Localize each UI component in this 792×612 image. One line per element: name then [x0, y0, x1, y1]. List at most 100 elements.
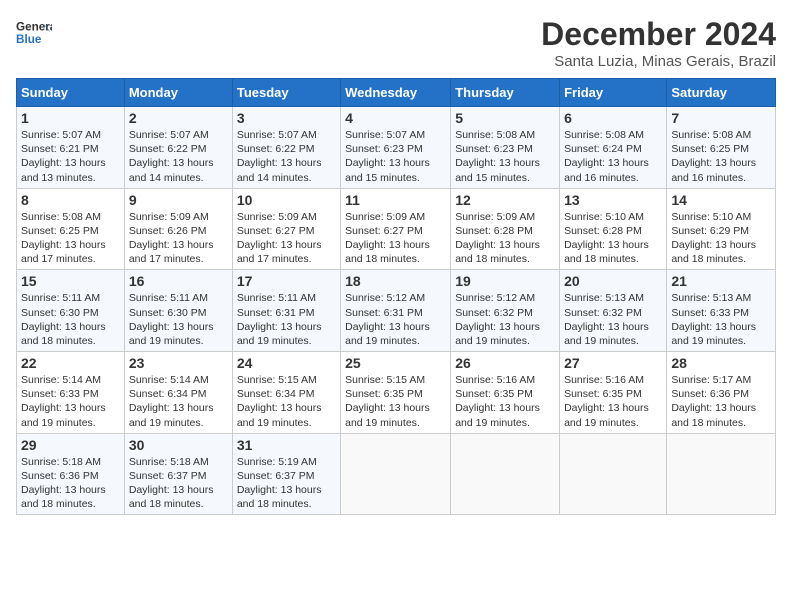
day-number: 8 — [21, 192, 120, 208]
calendar-cell: 17Sunrise: 5:11 AMSunset: 6:31 PMDayligh… — [232, 270, 340, 352]
calendar-cell: 30 Sunrise: 5:18 AMSunset: 6:37 PMDayligh… — [124, 433, 232, 515]
calendar-cell: 10 Sunrise: 5:09 AMSunset: 6:27 PMDayligh… — [232, 188, 340, 270]
calendar-day-header: Sunday — [17, 79, 125, 107]
calendar-cell: 28Sunrise: 5:17 AMSunset: 6:36 PMDayligh… — [667, 352, 776, 434]
calendar-day-header: Monday — [124, 79, 232, 107]
day-number: 23 — [129, 355, 228, 371]
calendar-cell: 19 Sunrise: 5:12 AMSunset: 6:32 PMDayligh… — [451, 270, 560, 352]
location: Santa Luzia, Minas Gerais, Brazil — [541, 53, 776, 70]
day-info: Sunrise: 5:08 AMSunset: 6:25 PMDaylight:… — [671, 128, 771, 185]
day-number: 19 — [455, 273, 555, 289]
calendar-cell: 22 Sunrise: 5:14 AMSunset: 6:33 PMDayligh… — [17, 352, 125, 434]
calendar-table: SundayMondayTuesdayWednesdayThursdayFrid… — [16, 78, 776, 515]
logo: General Blue — [16, 16, 52, 52]
calendar-header-row: SundayMondayTuesdayWednesdayThursdayFrid… — [17, 79, 776, 107]
calendar-cell: 21Sunrise: 5:13 AMSunset: 6:33 PMDayligh… — [667, 270, 776, 352]
calendar-cell: 9 Sunrise: 5:09 AMSunset: 6:26 PMDaylight… — [124, 188, 232, 270]
day-number: 2 — [129, 110, 228, 126]
calendar-cell: 6 Sunrise: 5:08 AMSunset: 6:24 PMDaylight… — [560, 107, 667, 189]
day-info: Sunrise: 5:18 AMSunset: 6:37 PMDaylight:… — [129, 455, 228, 512]
day-number: 31 — [237, 437, 336, 453]
day-info: Sunrise: 5:09 AMSunset: 6:27 PMDaylight:… — [345, 210, 446, 267]
calendar-day-header: Thursday — [451, 79, 560, 107]
calendar-cell: 2 Sunrise: 5:07 AMSunset: 6:22 PMDaylight… — [124, 107, 232, 189]
day-info: Sunrise: 5:11 AMSunset: 6:30 PMDaylight:… — [21, 291, 120, 348]
day-number: 20 — [564, 273, 662, 289]
day-info: Sunrise: 5:07 AMSunset: 6:22 PMDaylight:… — [237, 128, 336, 185]
day-info: Sunrise: 5:19 AMSunset: 6:37 PMDaylight:… — [237, 455, 336, 512]
calendar-week-row: 8Sunrise: 5:08 AMSunset: 6:25 PMDaylight… — [17, 188, 776, 270]
day-number: 1 — [21, 110, 120, 126]
day-number: 26 — [455, 355, 555, 371]
calendar-cell: 26Sunrise: 5:16 AMSunset: 6:35 PMDayligh… — [451, 352, 560, 434]
day-number: 7 — [671, 110, 771, 126]
day-number: 18 — [345, 273, 446, 289]
calendar-cell: 1 Sunrise: 5:07 AMSunset: 6:21 PMDaylight… — [17, 107, 125, 189]
calendar-cell: 5Sunrise: 5:08 AMSunset: 6:23 PMDaylight… — [451, 107, 560, 189]
logo-icon: General Blue — [16, 16, 52, 52]
day-info: Sunrise: 5:08 AMSunset: 6:23 PMDaylight:… — [455, 128, 555, 185]
day-number: 30 — [129, 437, 228, 453]
day-number: 9 — [129, 192, 228, 208]
calendar-cell: 24Sunrise: 5:15 AMSunset: 6:34 PMDayligh… — [232, 352, 340, 434]
day-number: 22 — [21, 355, 120, 371]
calendar-cell: 3 Sunrise: 5:07 AMSunset: 6:22 PMDaylight… — [232, 107, 340, 189]
calendar-cell: 4 Sunrise: 5:07 AMSunset: 6:23 PMDaylight… — [341, 107, 451, 189]
day-info: Sunrise: 5:15 AMSunset: 6:35 PMDaylight:… — [345, 373, 446, 430]
day-number: 27 — [564, 355, 662, 371]
svg-text:Blue: Blue — [16, 33, 42, 46]
calendar-cell: 11 Sunrise: 5:09 AMSunset: 6:27 PMDayligh… — [341, 188, 451, 270]
calendar-cell: 13 Sunrise: 5:10 AMSunset: 6:28 PMDayligh… — [560, 188, 667, 270]
day-info: Sunrise: 5:08 AMSunset: 6:24 PMDaylight:… — [564, 128, 662, 185]
day-info: Sunrise: 5:13 AMSunset: 6:33 PMDaylight:… — [671, 291, 771, 348]
day-number: 24 — [237, 355, 336, 371]
day-number: 4 — [345, 110, 446, 126]
day-info: Sunrise: 5:09 AMSunset: 6:28 PMDaylight:… — [455, 210, 555, 267]
day-number: 29 — [21, 437, 120, 453]
title-block: December 2024 Santa Luzia, Minas Gerais,… — [541, 16, 776, 70]
calendar-day-header: Saturday — [667, 79, 776, 107]
day-info: Sunrise: 5:11 AMSunset: 6:30 PMDaylight:… — [129, 291, 228, 348]
calendar-cell: 31 Sunrise: 5:19 AMSunset: 6:37 PMDayligh… — [232, 433, 340, 515]
day-info: Sunrise: 5:10 AMSunset: 6:28 PMDaylight:… — [564, 210, 662, 267]
day-info: Sunrise: 5:09 AMSunset: 6:27 PMDaylight:… — [237, 210, 336, 267]
day-info: Sunrise: 5:12 AMSunset: 6:31 PMDaylight:… — [345, 291, 446, 348]
calendar-week-row: 15 Sunrise: 5:11 AMSunset: 6:30 PMDayligh… — [17, 270, 776, 352]
day-number: 11 — [345, 192, 446, 208]
calendar-cell — [451, 433, 560, 515]
calendar-cell: 27 Sunrise: 5:16 AMSunset: 6:35 PMDayligh… — [560, 352, 667, 434]
calendar-week-row: 1 Sunrise: 5:07 AMSunset: 6:21 PMDaylight… — [17, 107, 776, 189]
day-info: Sunrise: 5:07 AMSunset: 6:23 PMDaylight:… — [345, 128, 446, 185]
day-info: Sunrise: 5:07 AMSunset: 6:21 PMDaylight:… — [21, 128, 120, 185]
day-number: 10 — [237, 192, 336, 208]
calendar-cell: 7 Sunrise: 5:08 AMSunset: 6:25 PMDaylight… — [667, 107, 776, 189]
day-number: 17 — [237, 273, 336, 289]
calendar-week-row: 22 Sunrise: 5:14 AMSunset: 6:33 PMDayligh… — [17, 352, 776, 434]
calendar-cell: 23Sunrise: 5:14 AMSunset: 6:34 PMDayligh… — [124, 352, 232, 434]
day-number: 3 — [237, 110, 336, 126]
page-header: General Blue December 2024 Santa Luzia, … — [16, 16, 776, 70]
day-info: Sunrise: 5:16 AMSunset: 6:35 PMDaylight:… — [564, 373, 662, 430]
calendar-cell — [667, 433, 776, 515]
calendar-cell: 20 Sunrise: 5:13 AMSunset: 6:32 PMDayligh… — [560, 270, 667, 352]
day-number: 6 — [564, 110, 662, 126]
calendar-week-row: 29 Sunrise: 5:18 AMSunset: 6:36 PMDayligh… — [17, 433, 776, 515]
day-info: Sunrise: 5:18 AMSunset: 6:36 PMDaylight:… — [21, 455, 120, 512]
day-info: Sunrise: 5:14 AMSunset: 6:33 PMDaylight:… — [21, 373, 120, 430]
calendar-day-header: Tuesday — [232, 79, 340, 107]
day-info: Sunrise: 5:07 AMSunset: 6:22 PMDaylight:… — [129, 128, 228, 185]
calendar-day-header: Wednesday — [341, 79, 451, 107]
calendar-cell: 29 Sunrise: 5:18 AMSunset: 6:36 PMDayligh… — [17, 433, 125, 515]
day-number: 16 — [129, 273, 228, 289]
calendar-body: 1 Sunrise: 5:07 AMSunset: 6:21 PMDaylight… — [17, 107, 776, 515]
calendar-cell — [341, 433, 451, 515]
day-info: Sunrise: 5:09 AMSunset: 6:26 PMDaylight:… — [129, 210, 228, 267]
day-number: 14 — [671, 192, 771, 208]
calendar-cell: 12Sunrise: 5:09 AMSunset: 6:28 PMDayligh… — [451, 188, 560, 270]
day-number: 15 — [21, 273, 120, 289]
day-number: 13 — [564, 192, 662, 208]
calendar-cell: 8Sunrise: 5:08 AMSunset: 6:25 PMDaylight… — [17, 188, 125, 270]
day-info: Sunrise: 5:13 AMSunset: 6:32 PMDaylight:… — [564, 291, 662, 348]
day-info: Sunrise: 5:17 AMSunset: 6:36 PMDaylight:… — [671, 373, 771, 430]
day-info: Sunrise: 5:12 AMSunset: 6:32 PMDaylight:… — [455, 291, 555, 348]
